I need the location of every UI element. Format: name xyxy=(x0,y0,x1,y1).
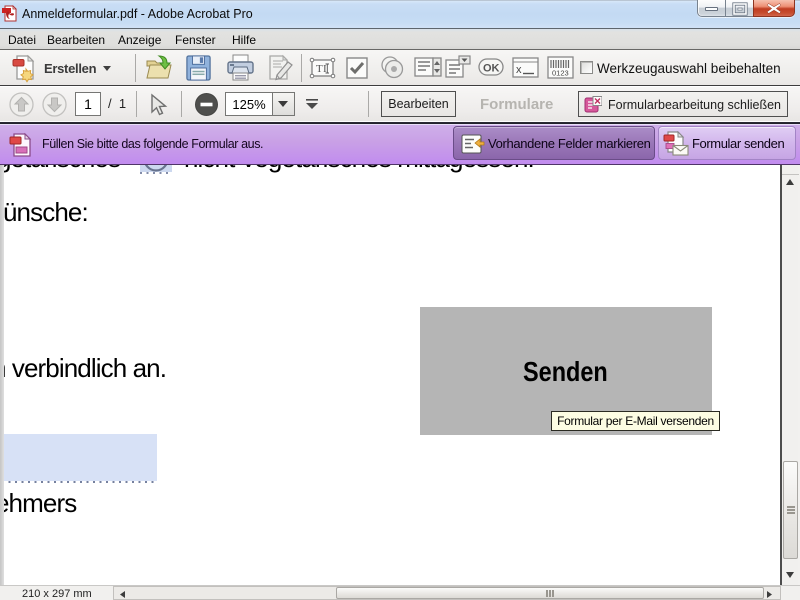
svg-text:OK: OK xyxy=(483,63,500,75)
svg-text:0123: 0123 xyxy=(552,69,569,78)
svg-text:x: x xyxy=(516,64,522,76)
svg-text:T: T xyxy=(316,63,323,75)
